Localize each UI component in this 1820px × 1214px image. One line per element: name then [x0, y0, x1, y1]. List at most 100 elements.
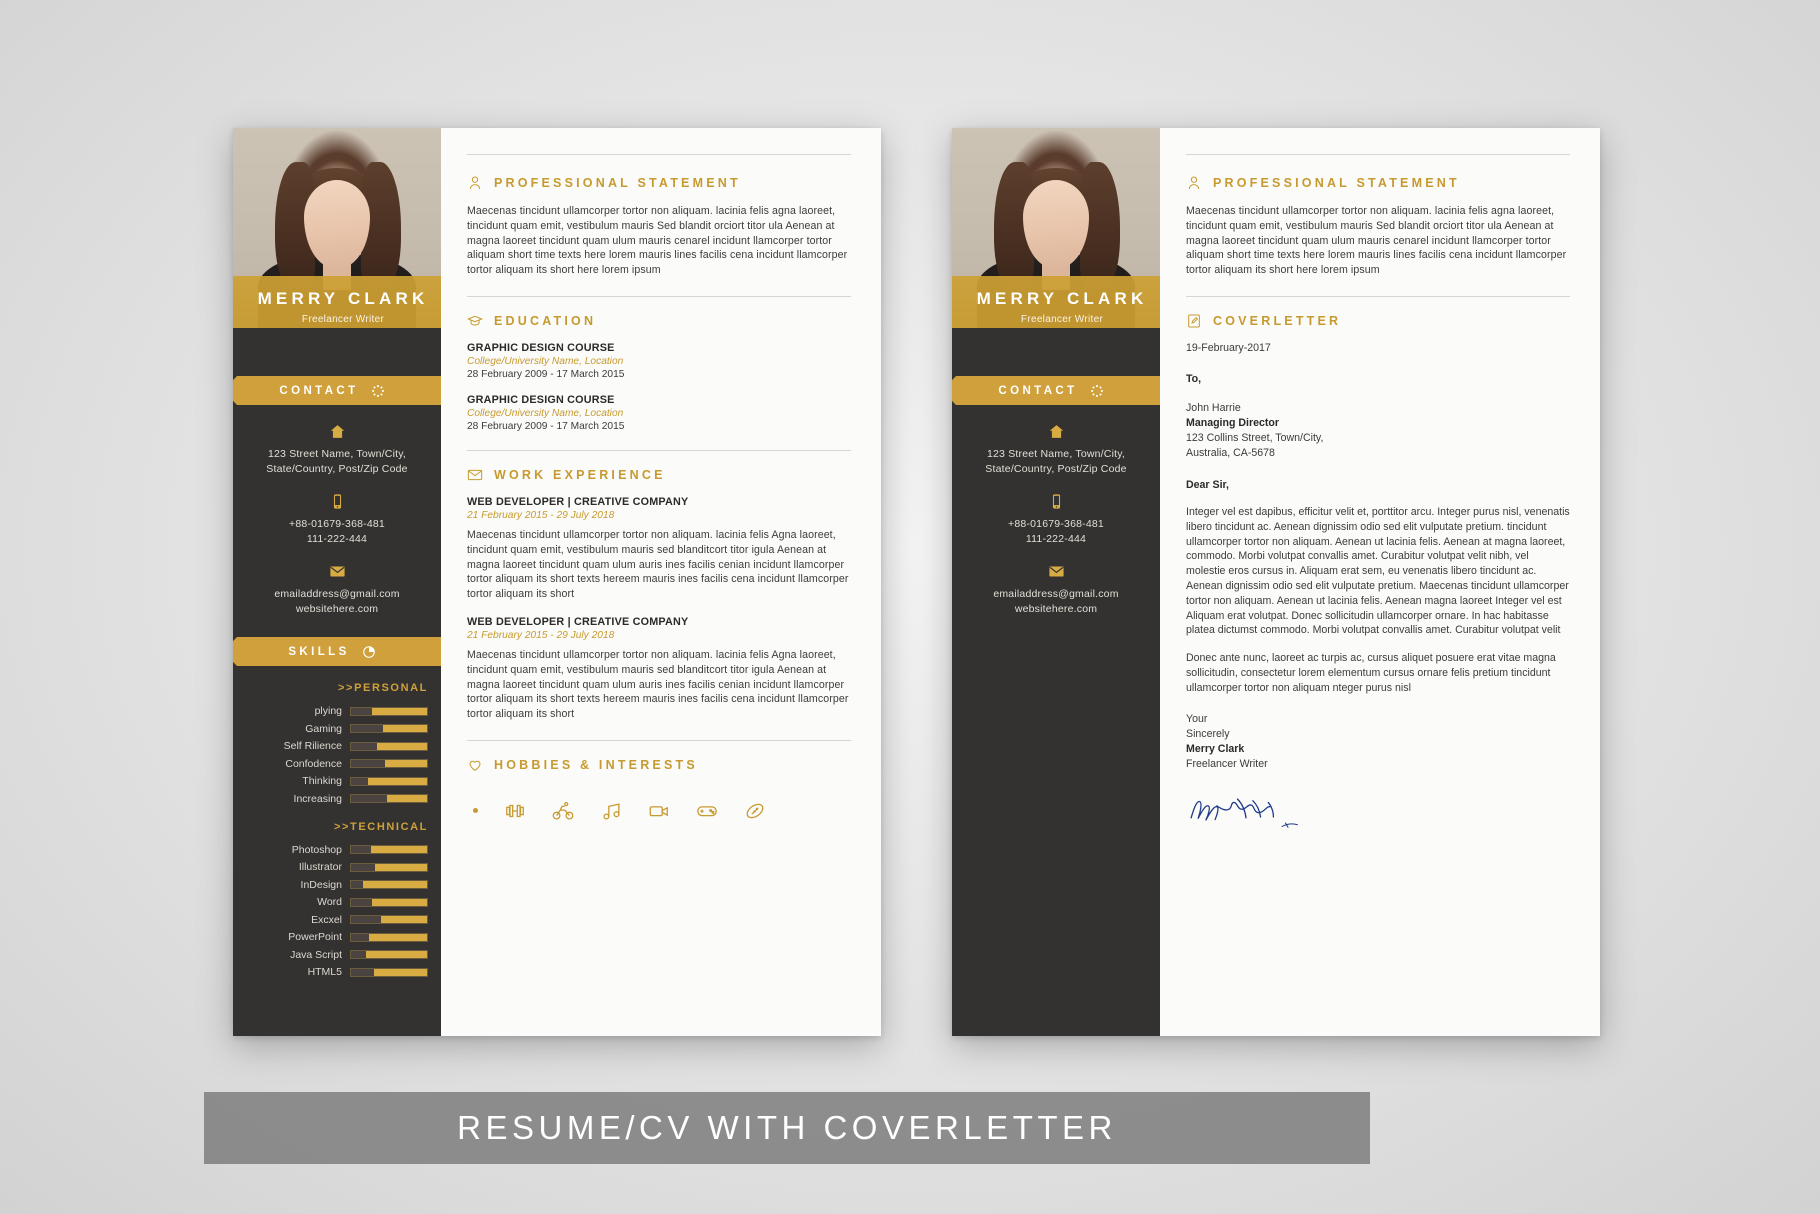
envelope-icon [1048, 566, 1064, 577]
contact-email: emailaddress@gmail.com websitehere.com [966, 563, 1146, 617]
skill-label: Increasing [293, 792, 342, 805]
phone-line-2: 111-222-444 [306, 533, 368, 545]
hobbies-icon-row [467, 786, 851, 822]
professional-statement-header: PROFESSIONAL STATEMENT [467, 175, 851, 191]
skill-label: InDesign [300, 878, 342, 891]
resume-sidebar: MERRY CLARK Freelancer Writer CONTACT 12… [233, 128, 441, 1036]
dots-circle-icon [1090, 384, 1103, 397]
skill-label: Excxel [311, 913, 342, 926]
contact-address: 123 Street Name, Town/City, State/Countr… [966, 423, 1146, 477]
music-note-icon [603, 803, 620, 820]
recipient-address-2: Australia, CA-5678 [1186, 446, 1275, 459]
experience-header: WORK EXPERIENCE [467, 467, 851, 483]
profile-role: Freelancer Writer [301, 314, 385, 325]
home-icon [1049, 425, 1063, 438]
skill-bar-fill [363, 881, 427, 888]
closing-name: Merry Clark [1186, 742, 1245, 755]
resume-main: PROFESSIONAL STATEMENT Maecenas tincidun… [441, 128, 881, 1036]
skill-bar-fill [367, 777, 427, 785]
heart-icon [469, 760, 481, 771]
education-entries: GRAPHIC DESIGN COURSE College/University … [467, 342, 851, 432]
user-icon [1188, 176, 1200, 190]
experience-entry-date: 21 February 2015 - 29 July 2018 [467, 629, 615, 641]
skill-bar-track [350, 915, 428, 924]
skill-bar-track [350, 706, 428, 716]
experience-title: WORK EXPERIENCE [494, 467, 666, 482]
home-icon [330, 425, 344, 438]
experience-entry-body: Maecenas tincidunt ullamcorper tortor no… [467, 528, 849, 601]
skill-row: PowerPoint [233, 931, 441, 943]
skill-bar-track [350, 724, 428, 733]
education-header: EDUCATION [467, 313, 851, 329]
skill-label: Photoshop [291, 843, 342, 856]
skill-row: Excxel [233, 914, 441, 926]
coverletter-to-label: To, [1186, 372, 1202, 385]
address-line-2: State/Country, Post/Zip Code [266, 463, 408, 475]
experience-entry: WEB DEVELOPER | CREATIVE COMPANY 21 Febru… [467, 616, 851, 722]
skill-label: Illustrator [298, 861, 342, 873]
education-title: EDUCATION [494, 313, 597, 328]
skill-label: Java Script [290, 948, 342, 961]
skill-row: Thinking [233, 775, 441, 787]
website-line: websitehere.com [1014, 603, 1098, 615]
divider [1186, 295, 1570, 297]
experience-entry: WEB DEVELOPER | CREATIVE COMPANY 21 Febru… [467, 496, 851, 602]
skill-bar-track [350, 967, 428, 977]
dumbbell-icon [506, 804, 524, 818]
skill-label: PowerPoint [288, 931, 342, 943]
education-entry-institution: College/University Name, Location [467, 407, 624, 419]
coverletter-closing: Your Sincerely Merry Clark Freelancer Wr… [1186, 712, 1570, 772]
recipient-address-1: 123 Collins Street, Town/City, [1186, 431, 1324, 444]
coverletter-date: 19-February-2017 [1186, 341, 1271, 354]
education-entry-date: 28 February 2009 - 17 March 2015 [467, 420, 625, 432]
video-camera-icon [649, 806, 668, 817]
divider [1186, 154, 1570, 155]
skill-row: Word [233, 896, 441, 908]
coverletter-salutation: Dear Sir, [1186, 478, 1229, 491]
skill-row: Confodence [233, 758, 441, 770]
document-pen-icon [1188, 314, 1200, 328]
skill-bar-track [350, 897, 428, 907]
mobile-phone-icon [1052, 494, 1060, 509]
caption-text: RESUME/CV WITH COVERLETTER [457, 1109, 1117, 1146]
skill-bar-track [350, 880, 428, 889]
skill-row: plying [233, 705, 441, 717]
phone-line-1: +88-01679-368-481 [1008, 518, 1104, 530]
skill-bar-fill [375, 863, 427, 871]
user-icon [469, 176, 481, 190]
briefcase-envelope-icon [467, 469, 483, 481]
phone-line-2: 111-222-444 [1025, 533, 1087, 545]
skill-bar-fill [372, 707, 427, 715]
skill-bar-fill [376, 742, 427, 750]
coverletter-title: COVERLETTER [1213, 313, 1342, 328]
skill-row: HTML5 [233, 966, 441, 978]
divider [467, 295, 851, 297]
skill-row: Illustrator [233, 861, 441, 873]
skill-label: Self Rilience [283, 740, 342, 752]
name-band: MERRY CLARK Freelancer Writer [952, 276, 1160, 328]
coverletter-header: COVERLETTER [1186, 313, 1570, 329]
skill-bar-fill [387, 795, 427, 802]
cycling-icon [552, 801, 574, 820]
coverletter-main: PROFESSIONAL STATEMENT Maecenas tincidun… [1160, 128, 1600, 1036]
experience-entry-date: 21 February 2015 - 29 July 2018 [467, 509, 615, 521]
skills-ribbon-label: SKILLS [288, 645, 350, 658]
skill-bar-fill [369, 933, 427, 941]
bullet-dot-icon [473, 808, 478, 814]
contact-ribbon-label: CONTACT [279, 384, 359, 397]
contact-phone: +88-01679-368-481 111-222-444 [966, 493, 1146, 547]
skill-bar-fill [373, 968, 427, 976]
profile-name: MERRY CLARK [976, 289, 1148, 308]
skill-label: HTML5 [307, 966, 342, 978]
recipient-position: Managing Director [1186, 416, 1280, 429]
address-line-2: State/Country, Post/Zip Code [985, 463, 1127, 475]
experience-entries: WEB DEVELOPER | CREATIVE COMPANY 21 Febru… [467, 496, 851, 722]
pie-chart-icon [362, 645, 375, 658]
skill-bar-track [350, 776, 428, 786]
skill-bar-track [350, 950, 428, 959]
skill-bar-fill [382, 725, 427, 732]
skill-bar-fill [381, 916, 427, 923]
skill-label: Gaming [305, 722, 342, 735]
contact-ribbon-label: CONTACT [998, 384, 1078, 397]
email-line: emailaddress@gmail.com [993, 588, 1119, 600]
